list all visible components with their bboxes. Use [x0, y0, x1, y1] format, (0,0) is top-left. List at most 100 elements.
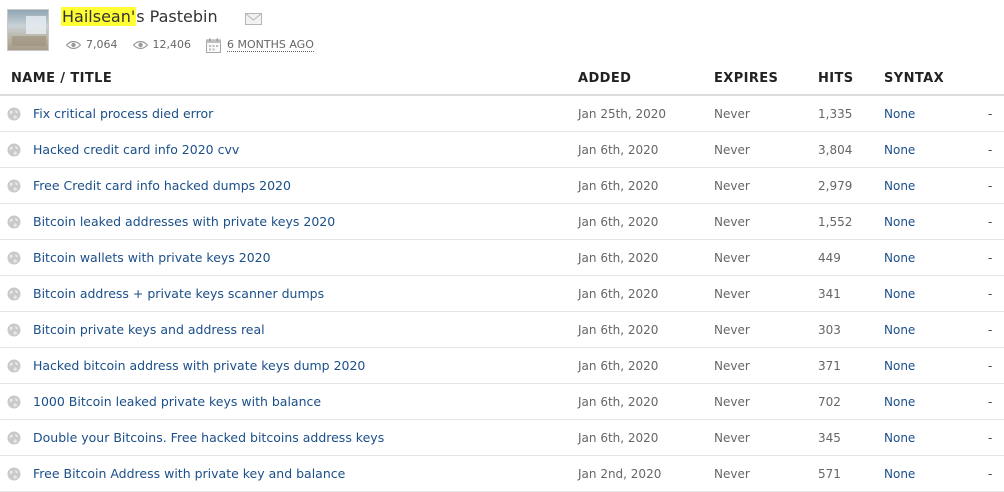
- paste-hits: 3,804: [818, 143, 853, 157]
- paste-added-date: Jan 6th, 2020: [578, 143, 659, 157]
- table-row: Free Credit card info hacked dumps 2020 J…: [0, 168, 1004, 204]
- eye-icon: [132, 40, 148, 50]
- table-row: Bitcoin wallets with private keys 2020 Ja…: [0, 240, 1004, 276]
- paste-added-date: Jan 6th, 2020: [578, 287, 659, 301]
- paste-expires: Never: [714, 287, 750, 301]
- globe-icon: [7, 251, 21, 265]
- table-row: Hacked credit card info 2020 cvv Jan 6th,…: [0, 132, 1004, 168]
- account-age[interactable]: 6 MONTHS AGO: [227, 38, 314, 52]
- pastes-table: NAME / TITLE ADDED EXPIRES HITS SYNTAX F…: [0, 62, 1004, 492]
- eye-icon: [66, 40, 81, 50]
- paste-hits: 345: [818, 431, 841, 445]
- paste-hits: 1,335: [818, 107, 853, 121]
- globe-icon: [7, 359, 21, 373]
- column-expires-header[interactable]: EXPIRES: [714, 71, 778, 86]
- globe-icon: [7, 431, 21, 445]
- profile-stats: 7,064 12,406 6 MONTHS AGO: [66, 37, 314, 53]
- globe-icon: [7, 467, 21, 481]
- paste-syntax-link[interactable]: None: [884, 214, 915, 230]
- paste-hits: 449: [818, 251, 841, 265]
- paste-expires: Never: [714, 431, 750, 445]
- table-row: Bitcoin leaked addresses with private ke…: [0, 204, 1004, 240]
- paste-title-link[interactable]: Bitcoin address + private keys scanner d…: [33, 286, 324, 302]
- paste-syntax-link[interactable]: None: [884, 106, 915, 122]
- paste-added-date: Jan 6th, 2020: [578, 395, 659, 409]
- paste-hits: 371: [818, 359, 841, 373]
- table-body: Fix critical process died error Jan 25th,…: [0, 96, 1004, 492]
- paste-added-date: Jan 6th, 2020: [578, 431, 659, 445]
- globe-icon: [7, 107, 21, 121]
- paste-syntax-link[interactable]: None: [884, 142, 915, 158]
- paste-expires: Never: [714, 323, 750, 337]
- paste-hits: 2,979: [818, 179, 853, 193]
- paste-title-link[interactable]: Bitcoin wallets with private keys 2020: [33, 250, 271, 266]
- paste-extra: -: [988, 107, 993, 121]
- column-added-header[interactable]: ADDED: [578, 71, 631, 86]
- pastebin-user-page: Hailsean's Pastebin 7,064 12,406 6 MONTH…: [0, 0, 1004, 492]
- paste-syntax-link[interactable]: None: [884, 394, 915, 410]
- paste-expires: Never: [714, 395, 750, 409]
- paste-added-date: Jan 6th, 2020: [578, 323, 659, 337]
- paste-expires: Never: [714, 215, 750, 229]
- column-syntax-header[interactable]: SYNTAX: [884, 71, 944, 86]
- paste-extra: -: [988, 467, 993, 481]
- paste-title-link[interactable]: Bitcoin private keys and address real: [33, 322, 265, 338]
- paste-hits: 571: [818, 467, 841, 481]
- paste-syntax-link[interactable]: None: [884, 250, 915, 266]
- table-row: Double your Bitcoins. Free hacked bitcoi…: [0, 420, 1004, 456]
- paste-syntax-link[interactable]: None: [884, 430, 915, 446]
- username-highlight: Hailsean': [61, 7, 137, 26]
- paste-title-link[interactable]: 1000 Bitcoin leaked private keys with ba…: [33, 394, 321, 410]
- paste-extra: -: [988, 431, 993, 445]
- globe-icon: [7, 323, 21, 337]
- paste-expires: Never: [714, 467, 750, 481]
- table-row: 1000 Bitcoin leaked private keys with ba…: [0, 384, 1004, 420]
- paste-title-link[interactable]: Free Credit card info hacked dumps 2020: [33, 178, 291, 194]
- paste-extra: -: [988, 143, 993, 157]
- paste-expires: Never: [714, 179, 750, 193]
- paste-added-date: Jan 6th, 2020: [578, 215, 659, 229]
- paste-syntax-link[interactable]: None: [884, 322, 915, 338]
- user-avatar[interactable]: [7, 9, 49, 51]
- globe-icon: [7, 287, 21, 301]
- paste-added-date: Jan 6th, 2020: [578, 359, 659, 373]
- paste-title-link[interactable]: Fix critical process died error: [33, 106, 213, 122]
- title-rest: s Pastebin: [136, 7, 218, 26]
- paste-extra: -: [988, 287, 993, 301]
- table-row: Hacked bitcoin address with private keys…: [0, 348, 1004, 384]
- paste-extra: -: [988, 323, 993, 337]
- paste-title-link[interactable]: Hacked credit card info 2020 cvv: [33, 142, 239, 158]
- paste-hits: 1,552: [818, 215, 853, 229]
- paste-hits: 341: [818, 287, 841, 301]
- profile-header: Hailsean's Pastebin 7,064 12,406 6 MONTH…: [0, 0, 1004, 62]
- paste-expires: Never: [714, 359, 750, 373]
- paste-syntax-link[interactable]: None: [884, 178, 915, 194]
- table-row: Bitcoin private keys and address real Jan…: [0, 312, 1004, 348]
- paste-title-link[interactable]: Free Bitcoin Address with private key an…: [33, 466, 345, 482]
- table-row: Fix critical process died error Jan 25th,…: [0, 96, 1004, 132]
- paste-added-date: Jan 2nd, 2020: [578, 467, 662, 481]
- paste-hits: 303: [818, 323, 841, 337]
- paste-extra: -: [988, 251, 993, 265]
- column-title-header[interactable]: NAME / TITLE: [11, 71, 112, 86]
- paste-syntax-link[interactable]: None: [884, 466, 915, 482]
- paste-title-link[interactable]: Bitcoin leaked addresses with private ke…: [33, 214, 335, 230]
- profile-views: 7,064: [86, 38, 118, 51]
- table-row: Free Bitcoin Address with private key an…: [0, 456, 1004, 492]
- paste-expires: Never: [714, 143, 750, 157]
- paste-syntax-link[interactable]: None: [884, 358, 915, 374]
- paste-title-link[interactable]: Double your Bitcoins. Free hacked bitcoi…: [33, 430, 384, 446]
- total-hits: 12,406: [152, 38, 192, 51]
- globe-icon: [7, 143, 21, 157]
- paste-title-link[interactable]: Hacked bitcoin address with private keys…: [33, 358, 365, 374]
- table-header: NAME / TITLE ADDED EXPIRES HITS SYNTAX: [0, 62, 1004, 96]
- paste-added-date: Jan 6th, 2020: [578, 179, 659, 193]
- envelope-icon[interactable]: [245, 13, 262, 25]
- table-row: Bitcoin address + private keys scanner d…: [0, 276, 1004, 312]
- page-title: Hailsean's Pastebin: [61, 7, 218, 27]
- paste-syntax-link[interactable]: None: [884, 286, 915, 302]
- paste-added-date: Jan 25th, 2020: [578, 107, 667, 121]
- paste-extra: -: [988, 359, 993, 373]
- paste-extra: -: [988, 215, 993, 229]
- column-hits-header[interactable]: HITS: [818, 71, 854, 86]
